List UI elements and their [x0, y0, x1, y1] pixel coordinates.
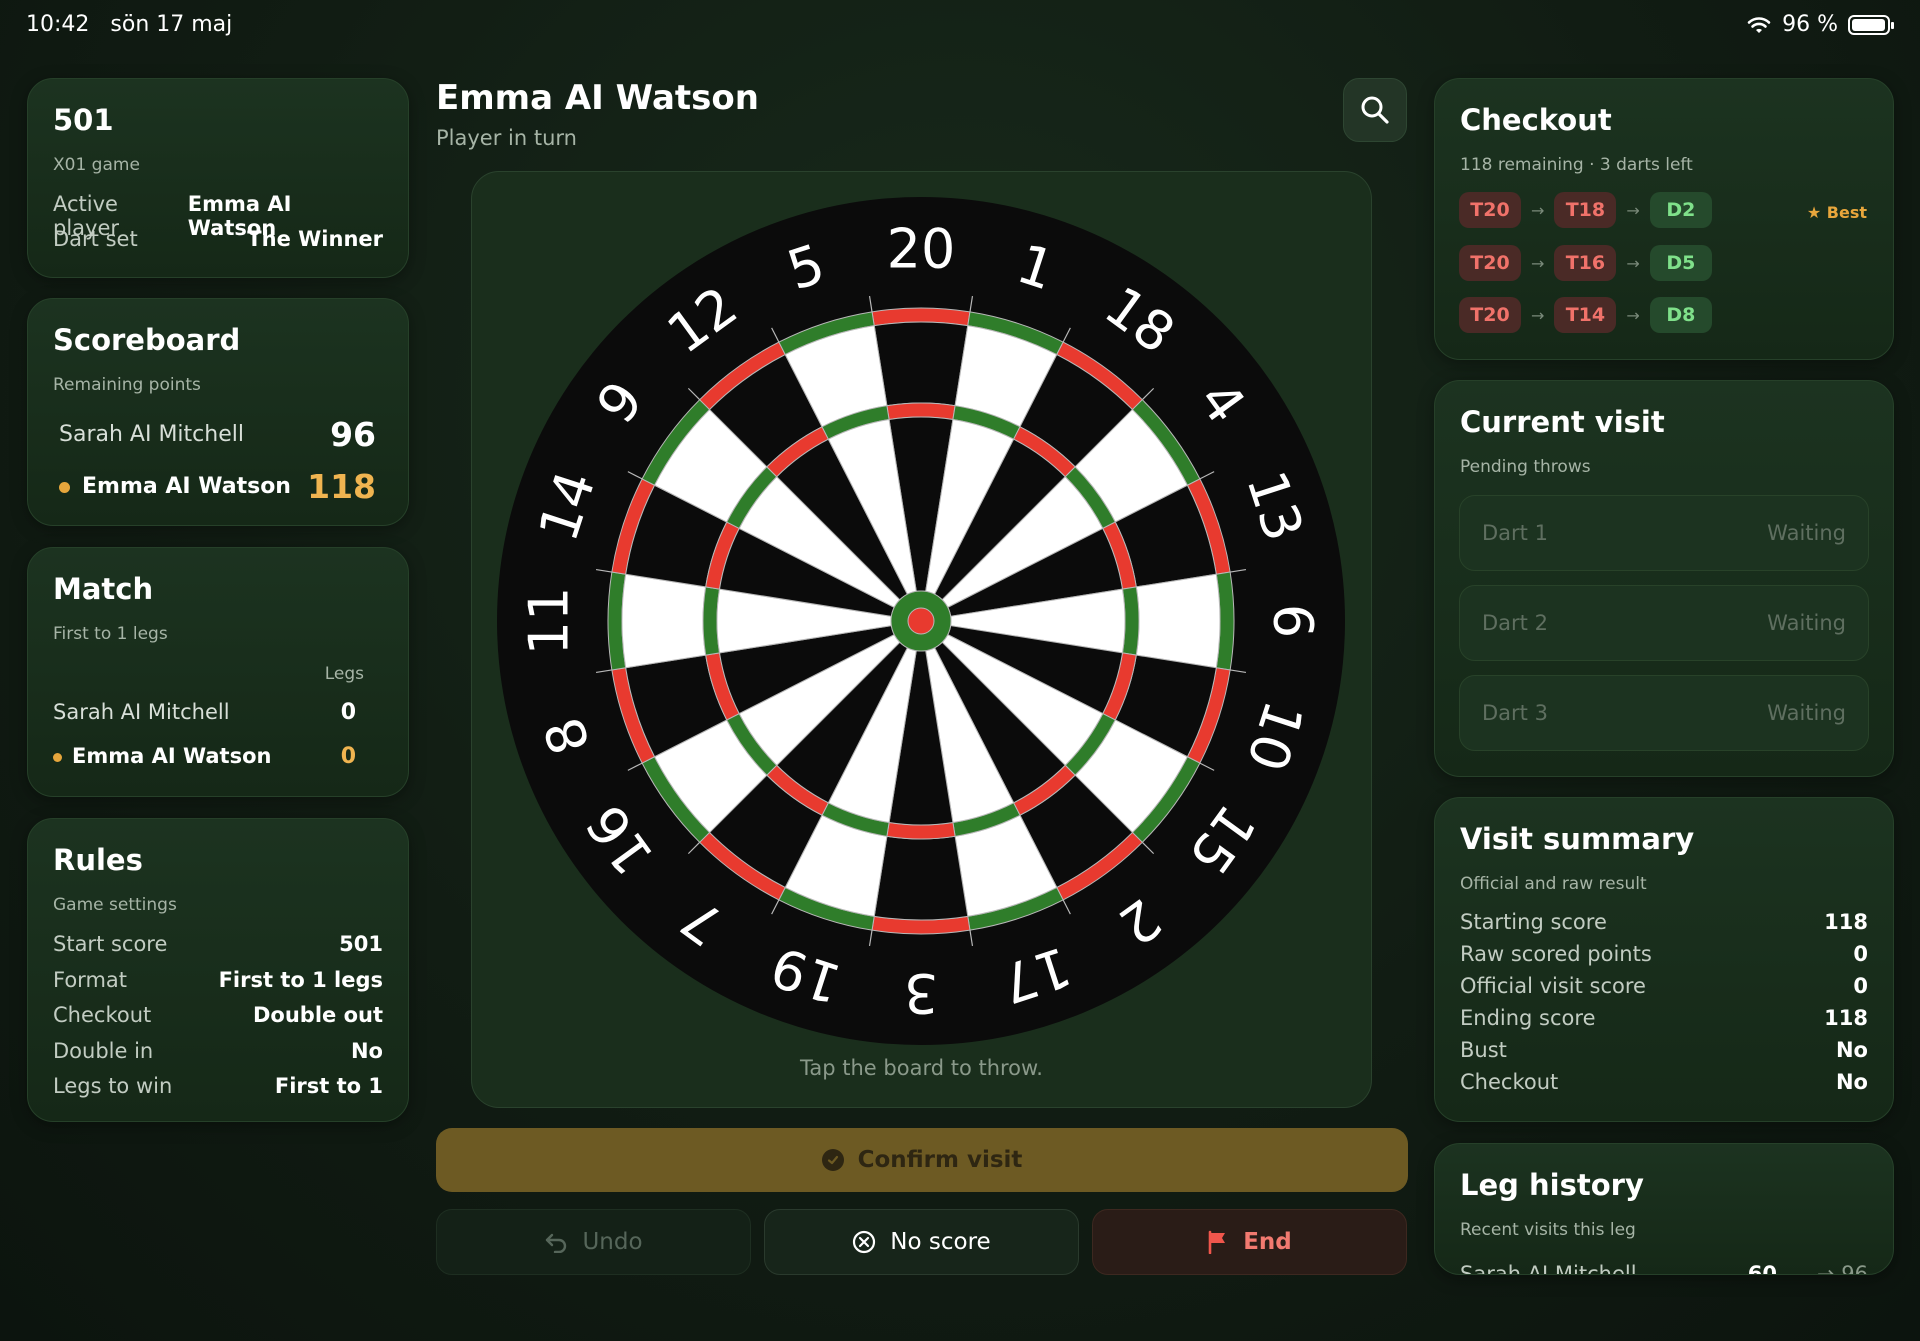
outer-single-segment-6[interactable] [1135, 573, 1221, 669]
summary-row: Starting score 118 [1460, 910, 1868, 934]
summary-row: Ending score 118 [1460, 1006, 1868, 1030]
checkout-route[interactable]: T20 → T16 → D5 [1459, 245, 1712, 281]
throw-chip: T20 [1459, 245, 1521, 281]
status-time: 10:42 sön 17 maj [26, 12, 233, 37]
checkout-route[interactable]: T20 → T14 → D8 [1459, 297, 1712, 333]
game-subtitle: X01 game [53, 155, 140, 175]
arrow-icon: → [1626, 200, 1640, 220]
match-row: Sarah AI Mitchell 0 [53, 700, 356, 725]
leg-history-subtitle: Recent visits this leg [1460, 1220, 1636, 1240]
visit-summary-card: Visit summary Official and raw result St… [1434, 797, 1894, 1122]
active-player-dot [53, 752, 62, 762]
dartboard[interactable]: 20 11841361015217319716811149125 [491, 191, 1351, 1051]
status-bar: 10:42 sön 17 maj 96 % [0, 0, 1920, 50]
throw-chip: D2 [1649, 192, 1712, 228]
checkout-title: Checkout [1460, 103, 1612, 137]
throw-chip: T18 [1554, 192, 1617, 228]
throw-chip: T16 [1554, 245, 1617, 281]
match-subtitle: First to 1 legs [53, 624, 168, 644]
throw-chip: T20 [1459, 192, 1521, 228]
bullseye[interactable] [907, 607, 935, 635]
summary-row: Official visit score 0 [1460, 974, 1868, 998]
rules-row: Start score 501 [53, 932, 383, 956]
arrow-icon: → [1531, 200, 1545, 220]
dart-set-row: Dart set The Winner [53, 227, 383, 251]
throw-chip: T14 [1554, 297, 1617, 333]
flag-icon [1208, 1230, 1226, 1254]
no-score-button[interactable]: No score [764, 1209, 1079, 1275]
arrow-icon: → [1626, 305, 1640, 325]
outer-single-segment-11[interactable] [621, 573, 707, 669]
rules-row: Format First to 1 legs [53, 968, 383, 992]
confirm-visit-button[interactable]: Confirm visit [436, 1128, 1408, 1192]
leg-history-entry: Sarah AI Mitchell 60 → 96 [1460, 1262, 1868, 1275]
wifi-icon [1747, 16, 1771, 33]
checkout-route[interactable]: T20 → T18 → D2 [1459, 192, 1712, 228]
current-visit-subtitle: Pending throws [1460, 457, 1591, 477]
active-player-dot [59, 481, 70, 493]
summary-row: Checkout No [1460, 1070, 1868, 1094]
battery-text: 96 % [1782, 12, 1838, 37]
throw-chip: T20 [1459, 297, 1521, 333]
arrow-icon: → [1626, 253, 1640, 273]
checkout-subtitle: 118 remaining · 3 darts left [1460, 155, 1693, 175]
outer-single-segment-20[interactable] [873, 321, 969, 407]
close-circle-icon [853, 1230, 876, 1254]
undo-icon [546, 1233, 567, 1253]
rules-subtitle: Game settings [53, 895, 177, 915]
board-number: 6 [1262, 604, 1325, 638]
summary-row: Raw scored points 0 [1460, 942, 1868, 966]
current-player-title: Emma AI Watson [436, 78, 759, 118]
legs-header: Legs [324, 664, 364, 684]
check-icon [821, 1149, 844, 1171]
status-right: 96 % [1746, 12, 1894, 37]
game-title: 501 [53, 103, 114, 137]
search-button[interactable] [1343, 78, 1407, 142]
rules-row: Legs to win First to 1 [53, 1074, 383, 1098]
arrow-icon: → [1531, 305, 1545, 325]
arrow-icon: → [1531, 253, 1545, 273]
game-card: 501 X01 game Active player Emma AI Watson… [27, 78, 409, 278]
scoreboard-row-active: Emma AI Watson 118 [59, 467, 376, 506]
board-number: 20 [887, 218, 956, 281]
leg-history-title: Leg history [1460, 1168, 1644, 1202]
scoreboard-row: Sarah AI Mitchell 96 [59, 415, 376, 454]
scoreboard-title: Scoreboard [53, 323, 241, 357]
search-icon [1361, 96, 1389, 124]
dart-slot: Dart 2 Waiting [1459, 585, 1869, 661]
throw-chip: D5 [1649, 245, 1712, 281]
board-number: 3 [904, 962, 938, 1025]
scoreboard-subtitle: Remaining points [53, 375, 201, 395]
leg-history-card: Leg history Recent visits this leg Sarah… [1434, 1143, 1894, 1275]
board-hint: Tap the board to throw. [800, 1056, 1043, 1080]
current-visit-title: Current visit [1460, 405, 1665, 439]
rules-card: Rules Game settings Start score 501 Forma… [27, 818, 409, 1122]
rules-row: Checkout Double out [53, 1003, 383, 1027]
battery-icon [1848, 14, 1894, 35]
scoreboard-card: Scoreboard Remaining points Sarah AI Mit… [27, 298, 409, 526]
rules-title: Rules [53, 843, 143, 877]
rules-row: Double in No [53, 1039, 383, 1063]
dart-slot: Dart 3 Waiting [1459, 675, 1869, 751]
outer-single-segment-3[interactable] [873, 835, 969, 921]
match-card: Match First to 1 legs Legs Sarah AI Mitc… [27, 547, 409, 797]
player-status: Player in turn [436, 126, 577, 150]
match-row-active: Emma AI Watson 0 [53, 744, 356, 769]
board-number: 11 [518, 587, 581, 656]
match-title: Match [53, 572, 154, 606]
visit-summary-title: Visit summary [1460, 822, 1695, 856]
best-badge: ★ Best [1806, 203, 1867, 222]
undo-button[interactable]: Undo [436, 1209, 751, 1275]
summary-row: Bust No [1460, 1038, 1868, 1062]
dart-slot: Dart 1 Waiting [1459, 495, 1869, 571]
throw-chip: D8 [1649, 297, 1712, 333]
end-button[interactable]: End [1092, 1209, 1407, 1275]
visit-summary-subtitle: Official and raw result [1460, 874, 1647, 894]
